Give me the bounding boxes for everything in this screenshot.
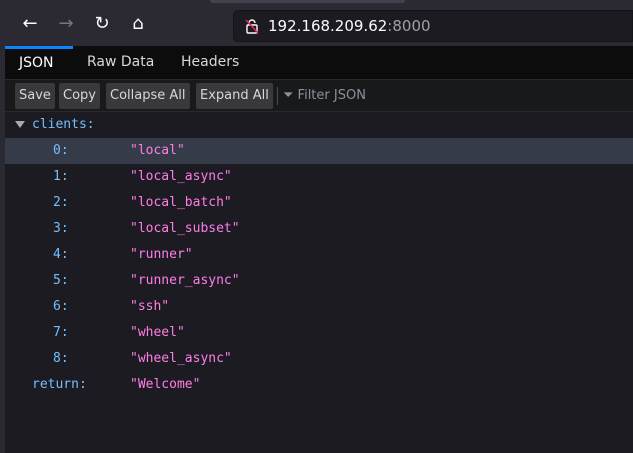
save-button[interactable]: Save	[15, 83, 55, 109]
tree-value: "wheel_async"	[130, 351, 232, 366]
tab-json[interactable]: JSON	[5, 46, 73, 79]
tree-row[interactable]: 7: "wheel"	[5, 320, 633, 346]
tab-raw-data[interactable]: Raw Data	[73, 46, 168, 79]
tree-value: "local_batch"	[130, 195, 232, 210]
tree-key: 4:	[53, 247, 69, 262]
tree-row[interactable]: 5: "runner_async"	[5, 268, 633, 294]
tree-key: 2:	[53, 195, 69, 210]
tree-value: "local"	[130, 143, 185, 158]
tree-row-clients[interactable]: clients:	[5, 112, 633, 138]
json-tree: clients: 0: "local" 1: "local_async" 2: "lo…	[5, 112, 633, 398]
tree-value: "runner"	[130, 247, 193, 262]
json-toolbar: Save Copy Collapse All Expand All ⏷ Filt…	[5, 79, 633, 112]
tree-key: 8:	[53, 351, 69, 366]
tree-row[interactable]: 2: "local_batch"	[5, 190, 633, 216]
tree-key: 7:	[53, 325, 69, 340]
tree-key: return:	[32, 377, 87, 392]
tree-row[interactable]: 3: "local_subset"	[5, 216, 633, 242]
url-host: 192.168.209.62	[268, 17, 388, 35]
tree-row-return[interactable]: return: "Welcome"	[5, 372, 633, 398]
tree-value: "local_async"	[130, 169, 232, 184]
tree-key: 6:	[53, 299, 69, 314]
filter-icon: ⏷	[283, 88, 294, 103]
tree-key: 0:	[53, 143, 69, 158]
filter-placeholder: Filter JSON	[297, 88, 366, 103]
window-edge	[0, 0, 5, 453]
back-icon[interactable]: ←	[19, 13, 41, 35]
expand-all-button[interactable]: Expand All	[196, 83, 273, 109]
tree-value: "Welcome"	[130, 377, 201, 392]
toolbar-divider	[277, 87, 278, 105]
viewer-tabs: JSON Raw Data Headers	[5, 46, 633, 79]
browser-toolbar: ← → ↻ ⌂ 192.168.209.62:8000	[0, 0, 633, 46]
url-bar[interactable]: 192.168.209.62:8000	[233, 10, 633, 42]
tree-key: 5:	[53, 273, 69, 288]
tab-strip-edge	[210, 0, 405, 3]
filter-json-input[interactable]: ⏷ Filter JSON	[283, 80, 366, 111]
url-text: 192.168.209.62:8000	[268, 17, 431, 35]
home-icon[interactable]: ⌂	[127, 13, 149, 35]
copy-button[interactable]: Copy	[59, 83, 100, 109]
url-port: :8000	[387, 17, 431, 35]
tree-row[interactable]: 8: "wheel_async"	[5, 346, 633, 372]
collapse-all-button[interactable]: Collapse All	[106, 83, 190, 109]
tree-key: clients:	[32, 117, 95, 132]
tree-row[interactable]: 4: "runner"	[5, 242, 633, 268]
tree-value: "ssh"	[130, 299, 170, 314]
reload-icon[interactable]: ↻	[91, 13, 113, 35]
tree-key: 3:	[53, 221, 69, 236]
tree-value: "runner_async"	[130, 273, 240, 288]
tab-headers[interactable]: Headers	[167, 46, 253, 79]
tree-value: "local_subset"	[130, 221, 240, 236]
tree-value: "wheel"	[130, 325, 185, 340]
tree-row[interactable]: 1: "local_async"	[5, 164, 633, 190]
tree-row[interactable]: 6: "ssh"	[5, 294, 633, 320]
tree-key: 1:	[53, 169, 69, 184]
insecure-lock-icon	[245, 19, 259, 34]
expand-toggle-icon[interactable]	[15, 121, 25, 128]
forward-icon[interactable]: →	[55, 13, 77, 35]
tree-row[interactable]: 0: "local"	[5, 138, 633, 164]
